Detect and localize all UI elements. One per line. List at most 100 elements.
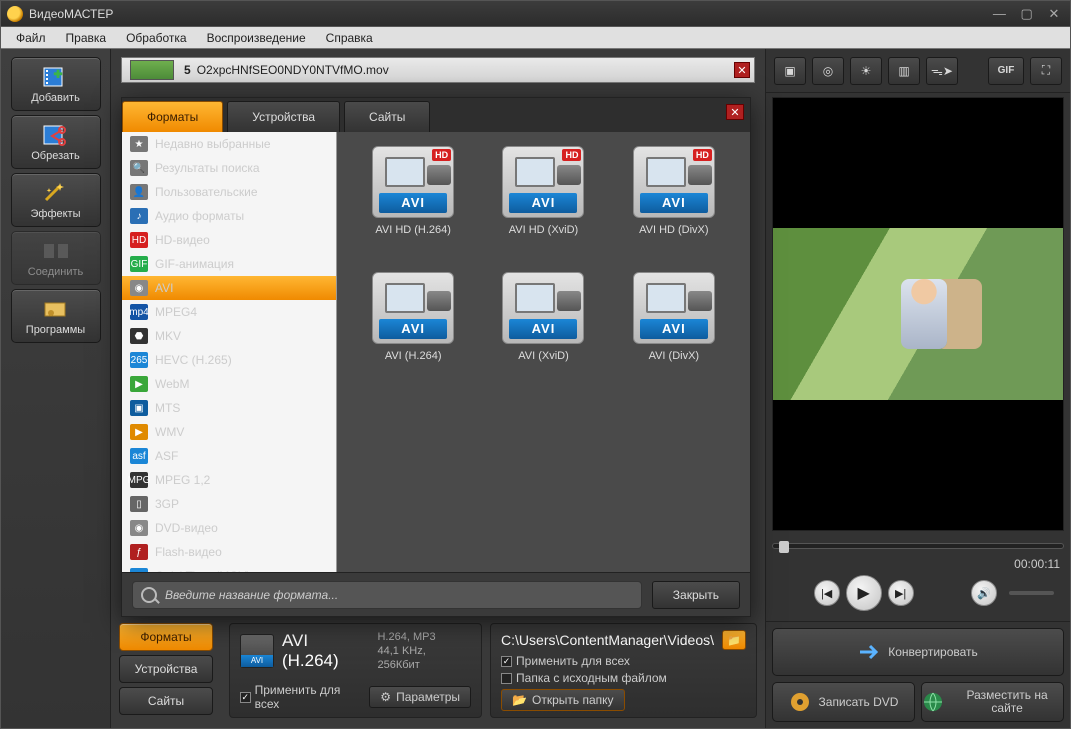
volume-button[interactable]: 🔊 (971, 580, 997, 606)
format-avi-hd-divx-[interactable]: HDAVIAVI HD (DivX) (612, 146, 736, 266)
category-webm[interactable]: ▶WebM (122, 372, 336, 396)
format-avi-divx-[interactable]: AVIAVI (DivX) (612, 272, 736, 392)
sidebar-cut[interactable]: Обрезать (11, 115, 101, 169)
crop-tool-button[interactable]: ▣ (774, 57, 806, 85)
menu-playback[interactable]: Воспроизведение (197, 29, 316, 47)
sidebar-programs-label: Программы (26, 324, 85, 336)
close-button[interactable]: ✕ (1044, 7, 1064, 21)
category-icon: ƒ (130, 544, 148, 560)
dvd-icon (789, 691, 811, 713)
category-flash-видео[interactable]: ƒFlash-видео (122, 540, 336, 564)
format-avi-h-264-[interactable]: AVIAVI (H.264) (351, 272, 475, 392)
category-mts[interactable]: ▣MTS (122, 396, 336, 420)
timeline-thumb[interactable] (779, 541, 789, 553)
category-asf[interactable]: asfASF (122, 444, 336, 468)
frame-tool-button[interactable]: ▥ (888, 57, 920, 85)
category-icon: ♪ (130, 208, 148, 224)
convert-button[interactable]: Конвертировать (772, 628, 1064, 676)
sidebar-cut-label: Обрезать (31, 150, 80, 162)
tab-formats[interactable]: Форматы (119, 623, 213, 651)
open-folder-button[interactable]: 📂Открыть папку (501, 689, 624, 711)
format-caption: AVI HD (H.264) (375, 224, 451, 236)
category-icon: mp4 (130, 304, 148, 320)
category-3gp[interactable]: ▯3GP (122, 492, 336, 516)
volume-slider[interactable] (1009, 591, 1054, 595)
popup-tab-formats[interactable]: Форматы (122, 101, 223, 132)
format-caption: AVI (XviD) (518, 350, 569, 362)
file-remove-button[interactable]: ✕ (734, 62, 750, 78)
menu-file[interactable]: Файл (6, 29, 56, 47)
next-button[interactable]: ▶| (888, 580, 914, 606)
category-wmv[interactable]: ▶WMV (122, 420, 336, 444)
hd-badge-icon: HD (432, 149, 451, 161)
sidebar-effects[interactable]: Эффекты (11, 173, 101, 227)
category-quicktime-mov-[interactable]: QQuickTime (MOV) (122, 564, 336, 572)
category-label: HEVC (H.265) (155, 353, 232, 367)
popup-close-button[interactable]: ✕ (726, 104, 744, 120)
category-icon: 👤 (130, 184, 148, 200)
category-mpeg4[interactable]: mp4MPEG4 (122, 300, 336, 324)
format-avi-hd-xvid-[interactable]: HDAVIAVI HD (XviD) (481, 146, 605, 266)
tab-sites[interactable]: Сайты (119, 687, 213, 715)
category-list: ★Недавно выбранные🔍Результаты поиска👤Пол… (122, 132, 337, 572)
category-аудио-форматы[interactable]: ♪ Аудио форматы (122, 204, 336, 228)
apply-all-2-checkbox[interactable]: ✓Применить для всех (501, 654, 667, 668)
app-icon (7, 6, 23, 22)
fullscreen-button[interactable]: ⛶ (1030, 57, 1062, 85)
params-button[interactable]: ⚙Параметры (369, 686, 471, 708)
format-avi-hd-h-264-[interactable]: HDAVI AVI HD (H.264) (351, 146, 475, 266)
menu-edit[interactable]: Правка (56, 29, 117, 47)
category-пользовательские[interactable]: 👤Пользовательские (122, 180, 336, 204)
menu-process[interactable]: Обработка (116, 29, 197, 47)
preset-title: AVI (H.264) (282, 631, 370, 671)
folder-icon: 📂 (512, 693, 527, 707)
sidebar-add-label: Добавить (31, 92, 80, 104)
category-icon: ★ (130, 136, 148, 152)
popup-tab-devices[interactable]: Устройства (227, 101, 340, 132)
upload-button[interactable]: Разместить на сайте (921, 682, 1064, 722)
file-name: O2xpcHNfSEO0NDY0NTVfMO.mov (197, 63, 389, 77)
category-hd-видео[interactable]: HDHD-видео (122, 228, 336, 252)
sidebar-programs[interactable]: Программы (11, 289, 101, 343)
file-row[interactable]: 5 O2xpcHNfSEO0NDY0NTVfMO.mov ✕ (121, 57, 755, 83)
browse-folder-button[interactable]: 📁 (722, 630, 746, 650)
output-path[interactable]: C:\Users\ContentManager\Videos\ (501, 632, 714, 648)
sidebar-merge: Соединить (11, 231, 101, 285)
tab-devices[interactable]: Устройства (119, 655, 213, 683)
category-hevc-h-265-[interactable]: 265HEVC (H.265) (122, 348, 336, 372)
prev-button[interactable]: |◀ (814, 580, 840, 606)
file-index: 5 (184, 63, 191, 77)
rotate-tool-button[interactable]: ◎ (812, 57, 844, 85)
sidebar-merge-label: Соединить (28, 266, 84, 278)
speed-tool-button[interactable]: ᯓ➤ (926, 57, 958, 85)
category-label: Аудио форматы (155, 209, 244, 223)
same-folder-checkbox[interactable]: Папка с исходным файлом (501, 671, 667, 685)
format-avi-xvid-[interactable]: AVIAVI (XviD) (481, 272, 605, 392)
popup-close-btn[interactable]: Закрыть (652, 581, 740, 609)
menu-help[interactable]: Справка (316, 29, 383, 47)
category-недавно-выбранные[interactable]: ★Недавно выбранные (122, 132, 336, 156)
timeline[interactable] (772, 537, 1064, 555)
play-button[interactable]: ▶ (846, 575, 882, 611)
brightness-tool-button[interactable]: ☀ (850, 57, 882, 85)
category-gif-анимация[interactable]: GIFGIF-анимация (122, 252, 336, 276)
camera-icon: HDAVI (372, 146, 454, 218)
category-icon: ▣ (130, 400, 148, 416)
category-mpeg-1-2[interactable]: MPGMPEG 1,2 (122, 468, 336, 492)
video-preview[interactable] (772, 97, 1064, 531)
minimize-button[interactable]: — (989, 6, 1009, 20)
popup-tab-sites[interactable]: Сайты (344, 101, 430, 132)
category-результаты-поиска[interactable]: 🔍Результаты поиска (122, 156, 336, 180)
category-mkv[interactable]: ⬣MKV (122, 324, 336, 348)
burn-dvd-button[interactable]: Записать DVD (772, 682, 915, 722)
maximize-button[interactable]: ▢ (1017, 7, 1037, 21)
gif-tool-button[interactable]: GIF (988, 57, 1024, 85)
category-dvd-видео[interactable]: ◉DVD-видео (122, 516, 336, 540)
sidebar-add[interactable]: Добавить (11, 57, 101, 111)
category-label: 3GP (155, 497, 179, 511)
apply-all-checkbox[interactable]: ✓Применить для всех (240, 683, 363, 711)
format-search-input[interactable]: Введите название формата... (132, 581, 642, 609)
category-avi[interactable]: ◉AVI (122, 276, 336, 300)
preview-frame-icon (773, 228, 1063, 401)
category-icon: 🔍 (130, 160, 148, 176)
